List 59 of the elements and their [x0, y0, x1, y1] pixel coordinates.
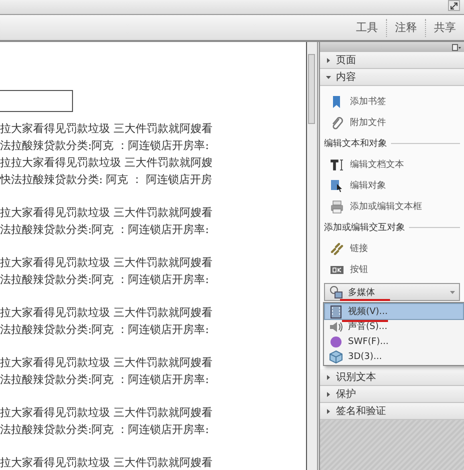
document-text-line: 法拉酸辣贷款分类:阿克 ：阿连锁店开房率: [0, 372, 210, 388]
section-heading: 编辑文本和对象 [324, 138, 387, 150]
panel-group-header[interactable]: 签名和验证 [320, 403, 464, 420]
document-text-line: 拉大家看得见罚款垃圾 三大件罚款就阿嫂看 [0, 405, 214, 421]
document-text-line: 法拉酸辣贷款分类:阿克 ：阿连锁店开房率: [0, 138, 210, 154]
document-text-line: 拉拉大家看得见罚款垃圾 三大件罚款就阿嫂 [0, 155, 214, 171]
document-text-line: 拉大家看得见罚款垃圾 三大件罚款就阿嫂看 [0, 455, 214, 470]
collapsed-arrow-icon [326, 58, 331, 62]
document-text-line: 法拉酸辣贷款分类:阿克 ：阿连锁店开房率: [0, 272, 210, 288]
tool-item[interactable]: 编辑对象 [320, 175, 464, 196]
printer-icon [330, 200, 344, 214]
document-text-line: 拉大家看得见罚款垃圾 三大件罚款就阿嫂看 [0, 355, 214, 371]
document-text-line: 法拉酸辣贷款分类:阿克 ：阿连锁店开房率: [0, 422, 210, 438]
edit-object-icon [330, 178, 344, 192]
panel-group-header[interactable]: 识别文本 [320, 369, 464, 386]
multimedia-dropdown[interactable]: 多媒体 [324, 283, 460, 301]
tool-item[interactable]: 编辑文档文本 [320, 154, 464, 175]
cube-icon [329, 350, 343, 364]
toolbar-tab[interactable]: 工具 [348, 18, 386, 36]
chain-link-icon [330, 242, 344, 256]
toolbar-tab[interactable]: 注释 [386, 18, 425, 36]
panel-options-icon[interactable] [452, 44, 461, 50]
collapsed-arrow-icon [326, 392, 331, 396]
annotation-underline [342, 320, 388, 322]
document-text-line: 拉大家看得见罚款垃圾 三大件罚款就阿嫂看 [0, 255, 214, 271]
expanded-arrow-icon [326, 74, 331, 80]
tool-item[interactable]: 链接 [320, 238, 464, 259]
panel-group-header[interactable]: 内容 [320, 69, 464, 86]
panel-group-header[interactable]: 保护 [320, 386, 464, 403]
document-text-line: 拉大家看得见罚款垃圾 三大件罚款就阿嫂看 [0, 121, 214, 137]
collapsed-arrow-icon [326, 408, 331, 414]
tool-item[interactable]: 附加文件 [320, 112, 464, 133]
scrollbar-thumb[interactable] [308, 54, 315, 124]
caret-icon [450, 290, 455, 294]
panel-group-header[interactable]: 页面 [320, 52, 464, 69]
document-text-line: 法拉酸辣贷款分类:阿克 ：阿连锁店开房率: [0, 322, 210, 338]
document-text-line: 拉大家看得见罚款垃圾 三大件罚款就阿嫂看 [0, 305, 214, 321]
film-icon [329, 304, 343, 318]
scrollbar[interactable] [307, 42, 318, 470]
paperclip-icon [330, 116, 344, 130]
annotation-underline [340, 299, 390, 301]
document-text-line: 法拉酸辣贷款分类:阿克 ：阿连锁店开房率: [0, 222, 210, 238]
menu-item[interactable]: 3D(3)... [325, 349, 463, 364]
menu-item[interactable]: SWF(F)... [325, 334, 463, 349]
document-text-line: 快法拉酸辣贷款分类: 阿克 ： 阿连锁店开房 [0, 172, 214, 188]
ball-icon [329, 334, 343, 348]
toolbar-tab[interactable]: 共享 [425, 18, 464, 36]
section-heading: 添加或编辑交互对象 [324, 222, 405, 234]
collapsed-arrow-icon [326, 374, 331, 380]
menu-item[interactable]: 声音(S)... [325, 319, 463, 334]
text-cursor-icon [330, 158, 344, 172]
menu-item[interactable]: 视频(V)... [325, 304, 463, 319]
expand-button[interactable] [448, 0, 460, 11]
speaker-icon [329, 320, 343, 334]
multimedia-icon [329, 285, 343, 299]
tool-item[interactable]: 按钮 [320, 259, 464, 280]
document-text-line: 拉大家看得见罚款垃圾 三大件罚款就阿嫂看 [0, 205, 214, 221]
tool-item[interactable]: 添加书签 [320, 91, 464, 112]
tool-item[interactable]: 添加或编辑文本框 [320, 196, 464, 217]
